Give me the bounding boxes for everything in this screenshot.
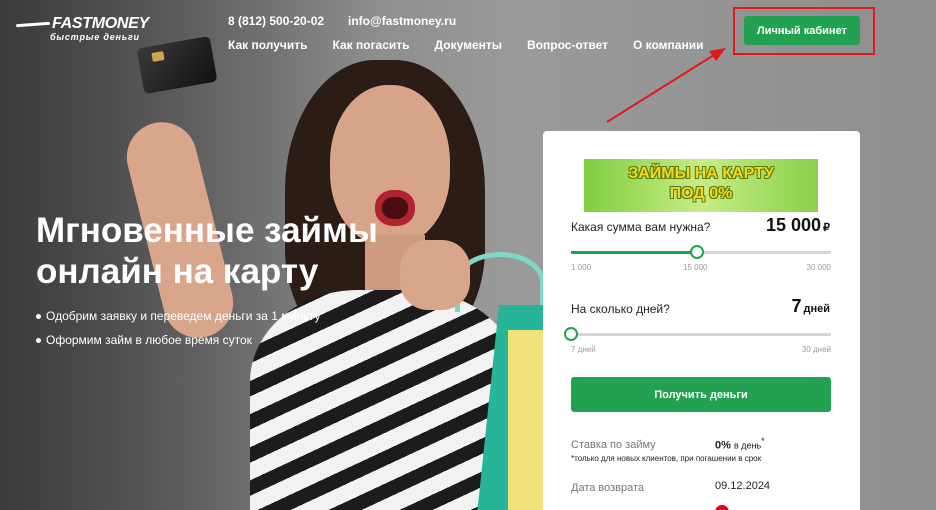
email-link[interactable]: info@fastmoney.ru [348, 14, 456, 28]
hero-title-line-2: онлайн на карту [36, 252, 319, 291]
hero-bullet: Оформим займ в любое время суток [36, 328, 321, 352]
amount-number: 15 000 [765, 215, 821, 235]
bullet-dot-icon [36, 337, 41, 343]
amount-slider-thumb[interactable] [689, 245, 704, 259]
main-nav: Как получить Как погасить Документы Вопр… [228, 38, 728, 52]
photo-shopping-bag-yellow [508, 330, 548, 510]
nav-how-to-repay[interactable]: Как погасить [333, 38, 410, 52]
nav-how-to-get[interactable]: Как получить [228, 38, 308, 52]
hero-bullet-text: Оформим займ в любое время суток [46, 333, 252, 347]
days-slider-thumb[interactable] [564, 327, 578, 341]
get-money-button[interactable]: Получить деньги [571, 377, 831, 412]
hero-title: Мгновенные займы онлайн на карту [36, 210, 436, 292]
rate-footnote: *только для новых клиентов, при погашени… [571, 454, 762, 463]
promo-line-1: ЗАЙМЫ НА КАРТУ [628, 165, 774, 182]
logo[interactable]: FASTMONEY быстрые деньги [15, 15, 149, 42]
days-tick-min: 7 дней [571, 345, 596, 354]
days-label: На сколько дней? [571, 302, 670, 316]
nav-about[interactable]: О компании [633, 38, 704, 52]
phone-link[interactable]: 8 (812) 500-20-02 [228, 14, 324, 28]
nav-faq[interactable]: Вопрос-ответ [527, 38, 608, 52]
logo-name: FASTMONEY [52, 15, 149, 32]
amount-value: 15 000 ₽ [766, 215, 830, 236]
amount-slider[interactable] [571, 245, 831, 259]
hero-title-line-1: Мгновенные займы [36, 211, 378, 250]
days-tick-max: 30 дней [801, 345, 831, 354]
rate-value: 0% в день* [715, 436, 765, 452]
amount-currency: ₽ [823, 222, 830, 234]
logo-mark: FASTMONEY [15, 15, 149, 32]
rate-suffix: в день [733, 440, 762, 451]
logo-swoosh-icon [15, 21, 51, 27]
logo-tagline: быстрые деньги [50, 32, 140, 42]
days-number: 7 [791, 296, 802, 316]
rate-percent: 0% [715, 439, 731, 452]
personal-account-button[interactable]: Личный кабинет [744, 16, 860, 45]
amount-slider-fill [571, 251, 697, 254]
rate-label: Ставка по займу [571, 439, 656, 451]
days-slider[interactable] [564, 327, 831, 341]
payment-logos [715, 505, 729, 510]
hero-bullet: Одобрим заявку и переведем деньги за 1 м… [36, 304, 321, 328]
amount-label: Какая сумма вам нужна? [571, 220, 711, 234]
days-value: 7 дней [791, 296, 830, 317]
hero-bullet-text: Одобрим заявку и переведем деньги за 1 м… [46, 309, 321, 323]
nav-documents[interactable]: Документы [435, 38, 502, 52]
hero-bullets: Одобрим заявку и переведем деньги за 1 м… [36, 304, 321, 352]
mastercard-icon [715, 505, 729, 510]
days-unit: дней [803, 303, 830, 315]
amount-tick-min: 1 000 [571, 263, 592, 272]
amount-tick-max: 30 000 [806, 263, 831, 272]
return-date-value: 09.12.2024 [715, 480, 771, 492]
bullet-dot-icon [36, 313, 41, 319]
amount-tick-mid: 15 000 [683, 263, 708, 272]
return-date-label: Дата возврата [571, 482, 645, 494]
promo-line-2: ПОД 0% [669, 185, 733, 202]
promo-banner[interactable]: ЗАЙМЫ НА КАРТУ ПОД 0% [584, 159, 818, 212]
rate-footnote-mark: * [761, 436, 765, 446]
loan-calculator: ЗАЙМЫ НА КАРТУ ПОД 0% Какая сумма вам ну… [543, 131, 860, 510]
